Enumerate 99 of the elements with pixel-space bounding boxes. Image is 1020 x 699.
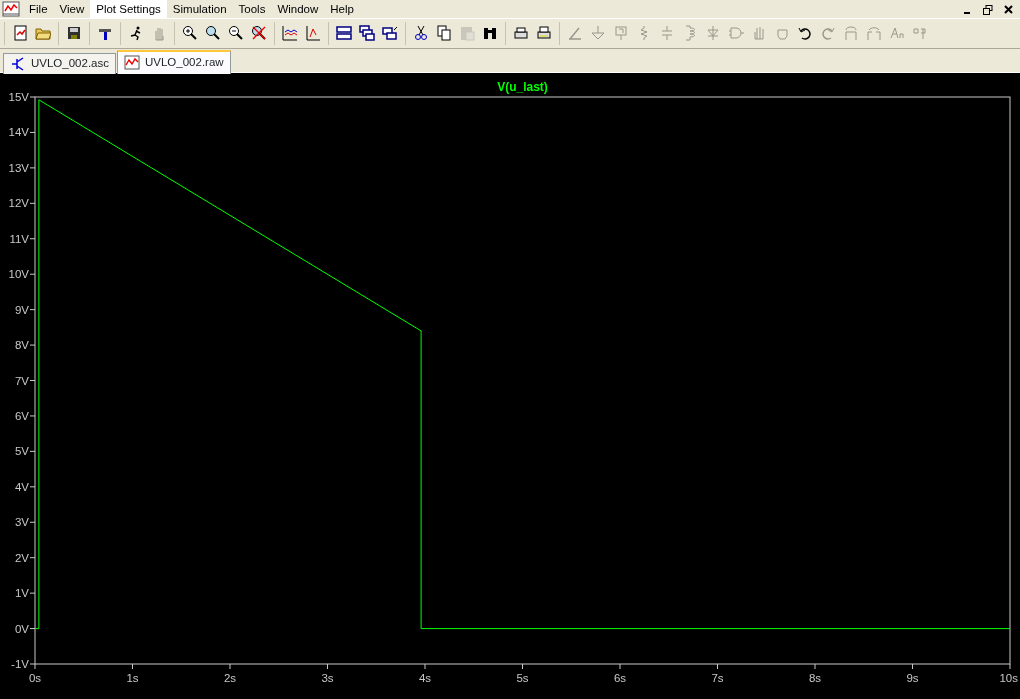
tick-mark [912,663,913,670]
menu-item[interactable]: Plot Settings [90,0,167,18]
tick-mark [29,450,36,452]
directive-icon [912,25,928,41]
close-icon [1003,5,1013,15]
tick-mark [327,663,328,670]
y-tick-label: 14V [8,126,29,139]
x-tick-label: 1s [126,672,139,684]
undo-icon [797,25,813,41]
waveform-icon [124,55,140,71]
tick-mark [522,663,523,670]
x-tick-label: 4s [418,672,432,684]
minimize-icon [963,11,970,14]
tick-mark [229,663,231,670]
pencil-icon [567,25,583,41]
y-tick-label: 0V [14,622,29,635]
x-tick-label: 10s [999,672,1018,684]
tick-mark [29,167,36,169]
tile-windows-icon [336,25,352,41]
magnifier-icon [205,25,221,41]
document-tab[interactable]: UVLO_002.asc [3,53,116,74]
y-tick-label: 12V [8,197,29,210]
tick-mark [29,96,36,98]
y-tick-label: 1V [14,587,29,600]
clipboard-icon [459,25,475,41]
y-tick-label: 15V [8,91,29,103]
schematic-icon [10,56,26,72]
menu-item[interactable]: Simulation [166,0,233,18]
tick-mark [717,663,718,670]
tick-mark [424,663,426,670]
x-tick-label: 9s [906,672,919,684]
ground-icon [590,25,606,41]
x-tick-label: 7s [711,672,724,684]
gate-icon [728,25,744,41]
tick-mark [29,238,36,240]
tick-mark [29,380,36,381]
document-tab[interactable]: UVLO_002.raw [117,50,231,74]
y-tick-label: 5V [14,445,29,458]
zoom-out-icon [228,25,244,41]
capacitor-icon [659,25,675,41]
menu-item[interactable]: Window [271,0,325,18]
redo-icon [820,25,836,41]
tick-mark [132,663,133,670]
y-tick-label: 10V [8,268,29,281]
folder-icon [35,25,51,41]
tick-mark [29,202,36,204]
y-tick-label: 11V [9,232,29,245]
diode-icon [705,25,721,41]
text-icon [889,25,905,41]
tick-mark [619,663,621,670]
menu-item[interactable]: Tools [232,0,272,18]
y-tick-label: 3V [14,516,29,529]
y-tick-label: 2V [14,551,29,564]
y-tick-label: 13V [8,161,29,174]
trace-label[interactable]: V(u_last) [497,80,548,94]
autorange-icon [282,25,298,41]
y-tick-label: -1V [11,658,29,670]
cascade-windows-icon [359,25,375,41]
tick-mark [29,592,36,594]
new-document-icon [12,25,28,41]
restore-icon [982,4,993,15]
x-tick-label: 5s [516,672,529,684]
y-tick-label: 7V [14,374,29,387]
y-tick-label: 9V [14,303,29,316]
tick-mark [29,557,36,559]
tick-mark [29,486,36,488]
tick-mark [29,415,36,417]
x-tick-label: 6s [613,672,627,684]
cascade-windows-button[interactable] [357,22,377,44]
tick-mark [29,309,36,311]
x-tick-label: 2s [223,672,237,684]
tick-mark [29,628,36,630]
label-icon [613,25,629,41]
tick-mark [29,521,36,523]
zoom-cancel-icon [251,25,267,41]
tick-mark [1009,663,1011,670]
printer-icon [536,25,552,41]
menu-item[interactable]: File [23,0,54,18]
arrange-windows-icon [382,25,398,41]
y-tick-label: 4V [14,480,29,493]
x-tick-label: 8s [808,672,822,684]
copy-button[interactable] [434,22,454,44]
scissors-icon [413,25,429,41]
x-tick-label: 0s [28,672,42,684]
printer-icon [513,25,529,41]
tick-mark [29,273,36,275]
tick-mark [29,344,36,346]
tab-label: UVLO_002.asc [31,56,109,72]
copy-icon [436,25,452,41]
tick-mark [29,131,36,133]
tab-label: UVLO_002.raw [145,55,224,71]
y-tick-label: 8V [14,339,29,352]
menu-item[interactable]: Help [324,0,360,18]
x-tick-label: 3s [321,672,334,684]
axis-icon [305,25,321,41]
zoom-in-icon [182,25,198,41]
y-tick-label: 6V [14,409,29,422]
menu-item[interactable]: View [53,0,91,18]
tick-mark [814,663,816,670]
